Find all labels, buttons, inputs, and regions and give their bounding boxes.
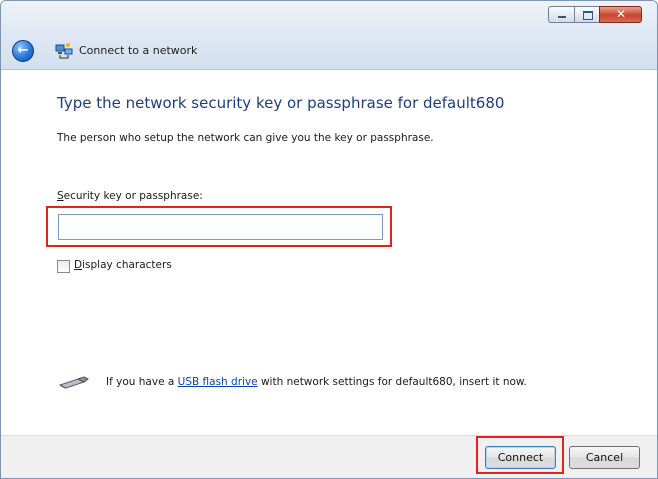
usb-hint-text: If you have a USB flash drive with netwo… (106, 376, 527, 388)
connect-dialog-window: ✕ ← Connect to a network Type the networ… (0, 0, 658, 479)
connect-button[interactable]: Connect (485, 446, 556, 469)
maximize-icon (583, 11, 593, 20)
minimize-icon (558, 16, 566, 18)
back-button[interactable]: ← (12, 40, 34, 62)
maximize-button[interactable] (574, 6, 600, 23)
access-key-letter: D (74, 259, 83, 271)
display-characters-label[interactable]: Display characters (74, 259, 172, 271)
cancel-button[interactable]: Cancel (569, 446, 640, 469)
close-icon: ✕ (615, 7, 627, 21)
back-arrow-icon: ← (17, 43, 29, 58)
window-title: Connect to a network (79, 44, 198, 57)
access-key-letter: S (57, 190, 64, 202)
security-key-input[interactable] (58, 214, 383, 240)
dialog-footer: Connect Cancel (1, 435, 657, 478)
minimize-button[interactable] (548, 6, 575, 23)
display-characters-checkbox[interactable] (57, 260, 70, 273)
dialog-content: Type the network security key or passphr… (1, 70, 657, 435)
title-bar: ✕ ← Connect to a network (1, 1, 657, 70)
instruction-text: The person who setup the network can giv… (57, 132, 434, 144)
security-key-label: Security key or passphrase: (57, 190, 203, 202)
usb-flash-drive-link[interactable]: USB flash drive (178, 376, 258, 388)
page-heading: Type the network security key or passphr… (57, 94, 505, 112)
close-button[interactable]: ✕ (599, 6, 642, 23)
usb-drive-icon (58, 376, 89, 389)
network-icon (55, 43, 73, 59)
